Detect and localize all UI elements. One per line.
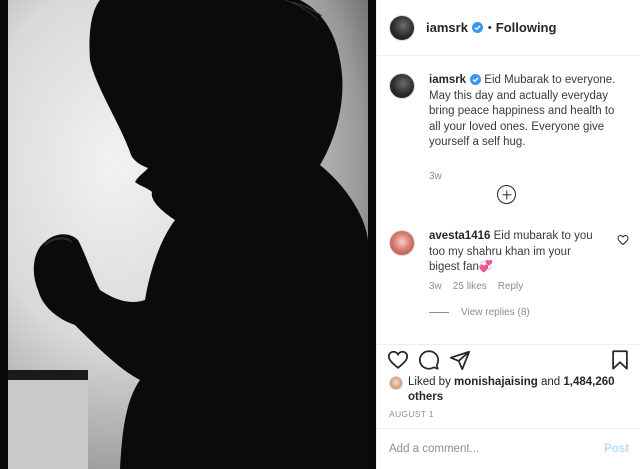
following-button[interactable]: Following [496,20,557,35]
post-dialog: iamsrk • Following iamsrk Eid Mubarak to… [0,0,640,469]
post-side-panel: iamsrk • Following iamsrk Eid Mubarak to… [376,0,640,469]
post-actions-bar [377,344,640,372]
comment-like-heart-icon[interactable] [617,234,629,246]
caption-author-avatar[interactable] [389,73,415,99]
post-photo[interactable] [0,0,376,469]
caption-username[interactable]: iamsrk [429,74,466,86]
comment-meta: 3w 25 likes Reply [429,281,523,292]
paper-plane-icon[interactable] [449,349,471,371]
commenter-username[interactable]: avesta1416 [429,230,490,242]
like-heart-icon[interactable] [387,349,409,371]
separator-dot: • [487,21,492,34]
add-comment-input[interactable] [389,443,605,455]
view-replies-label: View replies (8) [461,307,530,318]
caption-timestamp[interactable]: 3w [429,171,442,182]
verified-badge-icon [471,22,483,33]
author-username[interactable]: iamsrk [426,20,468,35]
view-replies-line [429,312,449,313]
post-date[interactable]: AUGUST 1 [389,409,434,419]
post-comment-button[interactable]: Post [604,443,629,455]
child-praying-silhouette-image [0,0,376,469]
likes-prefix: Liked by [408,376,451,388]
load-more-comments-button[interactable] [497,185,516,204]
likes-text: Liked by monishajaising and 1,484,260 ot… [408,375,628,405]
post-header: iamsrk • Following [377,0,640,56]
bookmark-icon[interactable] [609,349,631,371]
likes-conj: and [540,376,561,388]
add-comment-bar: Post [377,428,640,469]
commenter-avatar[interactable] [389,230,415,256]
view-replies-button[interactable]: View replies (8) [429,307,530,318]
verified-badge-icon [470,74,482,86]
comment-text: avesta1416 Eid mubarak to you too my sha… [429,229,599,276]
comments-section[interactable]: iamsrk Eid Mubarak to everyone. May this… [377,57,640,343]
comment-timestamp[interactable]: 3w [429,281,442,292]
author-avatar[interactable] [389,14,415,41]
caption-text: iamsrk Eid Mubarak to everyone. May this… [429,73,629,151]
comment-likes-count[interactable]: 25 likes [453,281,487,292]
liker-username[interactable]: monishajaising [454,376,538,388]
liker-avatar[interactable] [389,376,403,390]
reply-button[interactable]: Reply [498,281,524,292]
comment-bubble-icon[interactable] [418,349,440,371]
